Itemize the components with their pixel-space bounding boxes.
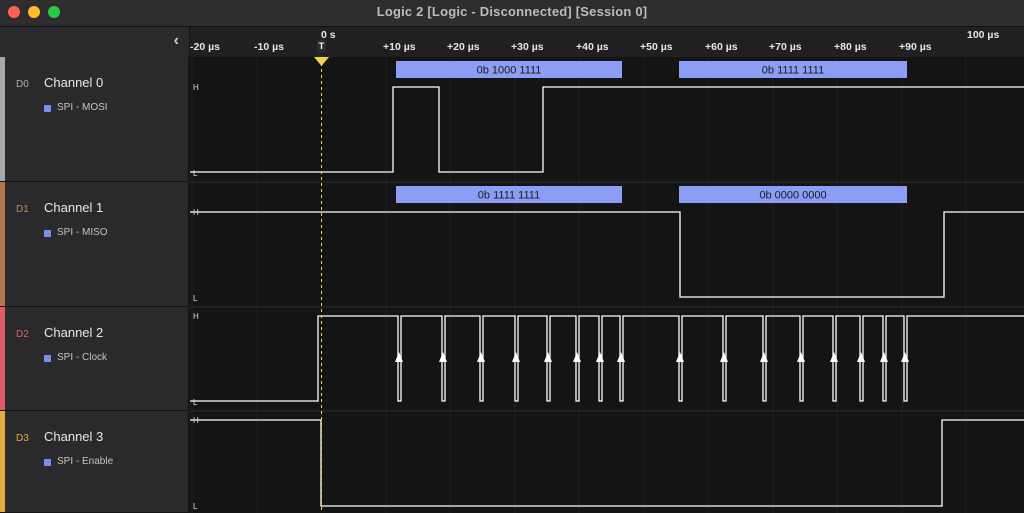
tick-label: +80 µs	[834, 41, 867, 53]
tick-label: +60 µs	[705, 41, 738, 53]
analyzer-color-swatch	[44, 230, 51, 237]
waveform-viewport[interactable]: H L H L H L H L 0b 1000 1111 0b 1111 111…	[190, 57, 1024, 513]
collapse-sidebar-icon[interactable]: ‹	[174, 32, 179, 50]
channel-name[interactable]: Channel 2	[44, 325, 103, 340]
channel-name[interactable]: Channel 3	[44, 429, 103, 444]
channel-id: D2	[16, 329, 29, 340]
tick-label: +10 µs	[383, 41, 416, 53]
tick-label: -20 µs	[190, 41, 220, 53]
analyzer-color-swatch	[44, 105, 51, 112]
low-level-label: L	[193, 502, 198, 511]
tick-label: +50 µs	[640, 41, 673, 53]
tick-label: -10 µs	[254, 41, 284, 53]
analyzer-name[interactable]: SPI - Clock	[57, 352, 107, 363]
high-level-label: H	[193, 312, 199, 321]
channel-panel-d0[interactable]: D0 Channel 0 SPI - MOSI	[0, 57, 189, 182]
tick-label: +90 µs	[899, 41, 932, 53]
channel-color-bar	[0, 307, 5, 410]
channel-panel-d1[interactable]: D1 Channel 1 SPI - MISO	[0, 182, 189, 307]
tick-label: +70 µs	[769, 41, 802, 53]
analyzer-color-swatch	[44, 459, 51, 466]
tick-label: 100 µs	[967, 29, 1000, 41]
frame-value: 0b 1111 1111	[478, 190, 540, 202]
channel-color-bar	[0, 182, 5, 306]
frame-value: 0b 1111 1111	[762, 65, 824, 77]
analyzer-name[interactable]: SPI - MISO	[57, 227, 108, 238]
low-level-label: L	[193, 169, 198, 178]
row-background	[190, 307, 1024, 411]
tick-label: +40 µs	[576, 41, 609, 53]
analyzer-color-swatch	[44, 355, 51, 362]
channel-id: D3	[16, 433, 29, 444]
channel-id: D0	[16, 79, 29, 90]
title-bar: Logic 2 [Logic - Disconnected] [Session …	[0, 0, 1024, 27]
window-title: Logic 2 [Logic - Disconnected] [Session …	[376, 4, 648, 19]
high-level-label: H	[193, 83, 199, 92]
low-level-label: L	[193, 294, 198, 303]
channel-panel-d3[interactable]: D3 Channel 3 SPI - Enable	[0, 411, 189, 513]
channel-color-bar	[0, 411, 5, 512]
analyzer-name[interactable]: SPI - MOSI	[57, 102, 108, 113]
channel-name[interactable]: Channel 0	[44, 75, 103, 90]
low-level-label: L	[193, 398, 198, 407]
frame-value: 0b 1000 1111	[477, 65, 542, 77]
time-ruler[interactable]: -20 µs -10 µs 0 s T +10 µs +20 µs +30 µs…	[190, 27, 1024, 58]
channel-color-bar	[0, 57, 5, 181]
channel-name[interactable]: Channel 1	[44, 200, 103, 215]
tick-label: +30 µs	[511, 41, 544, 53]
row-background	[190, 411, 1024, 513]
sidebar-header: ‹	[0, 27, 190, 57]
channel-id: D1	[16, 204, 29, 215]
tick-label: +20 µs	[447, 41, 480, 53]
frame-value: 0b 0000 0000	[759, 190, 826, 202]
analyzer-name[interactable]: SPI - Enable	[57, 456, 113, 467]
trigger-marker-label[interactable]: T	[317, 40, 326, 52]
channel-panel-d2[interactable]: D2 Channel 2 SPI - Clock	[0, 307, 189, 411]
